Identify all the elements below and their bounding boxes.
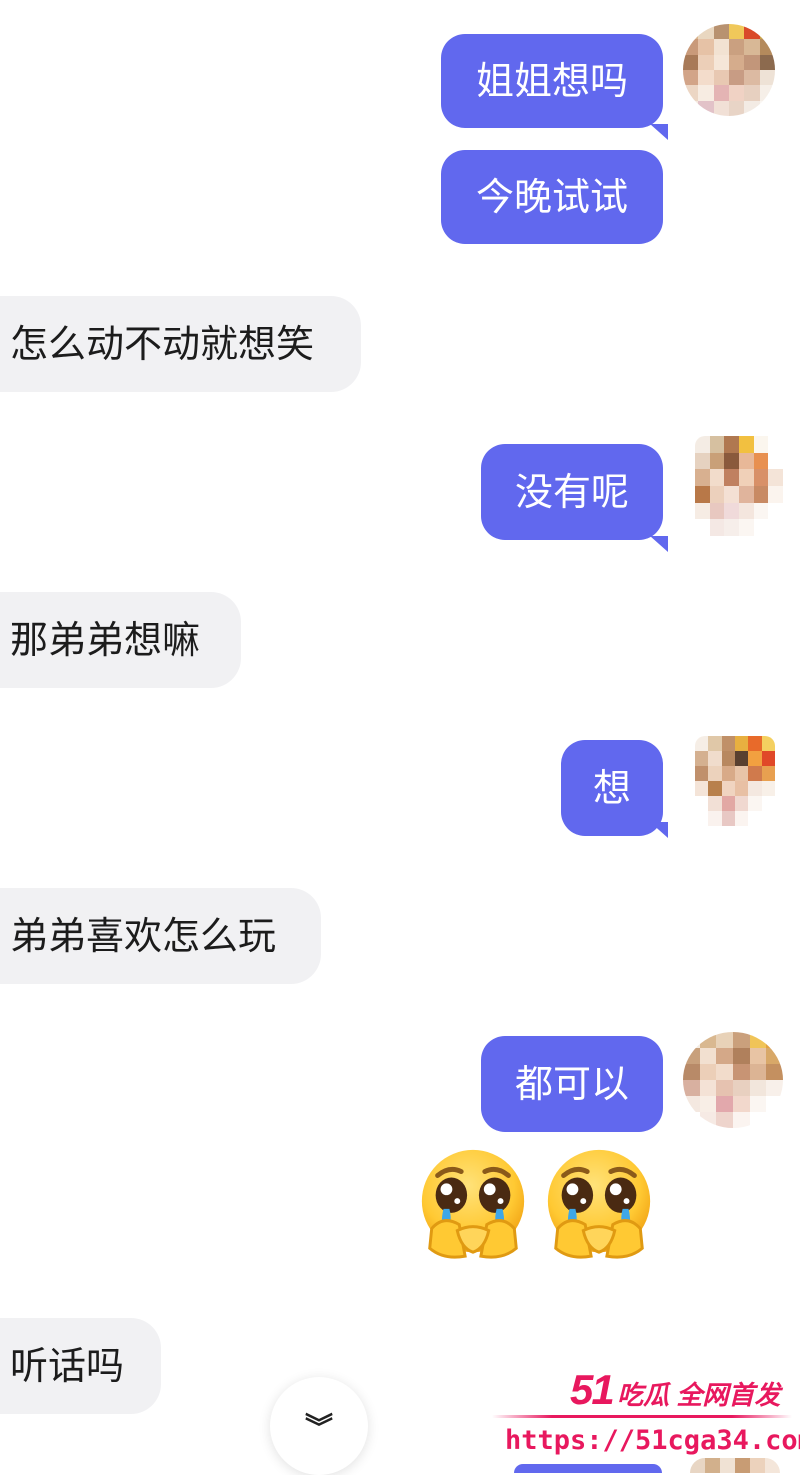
sent-message-bubble[interactable]: 想 [561,740,663,836]
received-message-bubble[interactable]: 弟弟喜欢怎么玩 [0,888,321,984]
message-text: 弟弟喜欢怎么玩 [10,914,277,958]
message-text: 都可以 [514,1062,629,1106]
avatar[interactable] [695,436,783,536]
message-text: 姐姐想吗 [475,59,628,103]
watermark-brand-number: 51 [570,1366,615,1413]
watermark-brand: 51 吃瓜 全网首发 [570,1366,796,1413]
sent-message-bubble[interactable]: 今晚试试 [441,150,663,244]
bubble-tail [650,536,668,552]
message-text: 想 [592,766,631,810]
watermark-brand-text: 吃瓜 全网首发 [617,1380,781,1410]
watermark-divider [492,1415,792,1418]
received-message-bubble[interactable]: 怎么动不动就想笑 [0,296,361,392]
message-text: 今晚试试 [475,175,628,219]
message-text: 没有呢 [514,470,629,514]
bubble-tail [650,124,668,140]
chevron-double-down-icon: ︾ [304,1411,333,1444]
message-text: 那弟弟想嘛 [10,618,201,662]
avatar[interactable] [695,736,775,826]
message-text: 怎么动不动就想笑 [10,322,315,366]
message-text: 听话吗 [10,1344,125,1388]
avatar[interactable] [683,24,775,116]
pleading-face-emoji [547,1149,651,1259]
sent-message-bubble[interactable]: 没有呢 [481,444,663,540]
watermark-url: https://51cga34.com [505,1425,800,1456]
received-message-bubble[interactable]: 那弟弟想嘛 [0,592,241,688]
sent-message-bubble[interactable] [514,1464,662,1473]
sent-message-bubble[interactable]: 姐姐想吗 [441,34,663,128]
scroll-to-bottom-button[interactable]: ︾ [270,1377,368,1475]
pleading-face-emoji [421,1149,525,1259]
sent-message-bubble[interactable]: 都可以 [481,1036,663,1132]
received-message-bubble[interactable]: 听话吗 [0,1318,161,1414]
avatar[interactable] [683,1032,783,1128]
